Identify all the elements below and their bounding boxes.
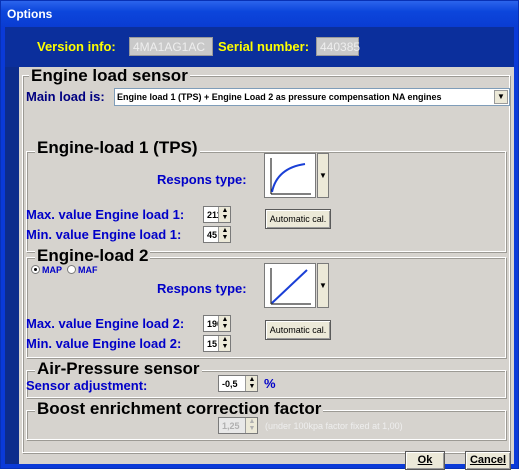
radio-maf[interactable]: MAF xyxy=(67,265,98,275)
version-info-value: 4MA1AG1AC xyxy=(129,37,213,56)
sensor-adjustment-value: -0,5 xyxy=(222,379,238,389)
response-type-dropdown-2[interactable]: ▼ xyxy=(317,263,329,308)
response-type-select-1[interactable] xyxy=(264,153,316,198)
spin-down-icon[interactable]: ▼ xyxy=(220,323,230,330)
dialog-client: Version info: 4MA1AG1AC Serial number: 4… xyxy=(5,27,514,470)
radio-selected-icon xyxy=(31,265,40,274)
radio-map-label: MAP xyxy=(42,265,62,275)
linear-curve-icon xyxy=(270,268,311,305)
min-engine-load-1-label: Min. value Engine load 1: xyxy=(26,227,182,242)
spin-down-icon[interactable]: ▼ xyxy=(220,343,230,350)
main-load-select[interactable]: Engine load 1 (TPS) + Engine Load 2 as p… xyxy=(114,88,510,106)
max-engine-load-1-spinner[interactable]: 211 ▲ ▼ xyxy=(203,206,231,223)
engine-load-1-heading: Engine-load 1 (TPS) xyxy=(35,138,200,157)
spin-up-icon[interactable]: ▲ xyxy=(220,316,230,323)
spin-up-icon[interactable]: ▲ xyxy=(220,207,230,214)
serial-number-label: Serial number: xyxy=(218,39,310,54)
sensor-adjustment-spinner[interactable]: -0,5 ▲ ▼ xyxy=(218,375,258,392)
engine-load-2-heading: Engine-load 2 xyxy=(35,246,151,265)
sensor-adjustment-label: Sensor adjustment: xyxy=(26,378,148,393)
radio-maf-label: MAF xyxy=(78,265,98,275)
ok-button[interactable]: Ok xyxy=(405,451,445,470)
main-load-value: Engine load 1 (TPS) + Engine Load 2 as p… xyxy=(117,92,442,102)
response-type-label-1: Respons type: xyxy=(157,172,247,187)
version-info-label: Version info: xyxy=(37,39,116,54)
automatic-cal-button-1[interactable]: Automatic cal. xyxy=(265,209,331,229)
boost-heading: Boost enrichment correction factor xyxy=(35,399,324,418)
response-type-dropdown-1[interactable]: ▼ xyxy=(317,153,329,198)
title-bar[interactable]: Options xyxy=(1,1,518,27)
boost-factor-value: 1,25 xyxy=(222,421,240,431)
max-engine-load-1-label: Max. value Engine load 1: xyxy=(26,207,185,222)
min-engine-load-2-spinner[interactable]: 15 ▲ ▼ xyxy=(203,335,231,352)
percent-unit: % xyxy=(264,376,276,391)
spin-down-icon[interactable]: ▼ xyxy=(247,383,257,390)
spin-up-icon[interactable]: ▲ xyxy=(220,227,230,234)
response-type-label-2: Respons type: xyxy=(157,281,247,296)
options-window: Options Version info: 4MA1AG1AC Serial n… xyxy=(0,0,519,470)
min-engine-load-2-value: 15 xyxy=(207,339,218,349)
engine-load-sensor-heading: Engine load sensor xyxy=(29,66,190,85)
max-engine-load-2-label: Max. value Engine load 2: xyxy=(26,316,185,331)
response-type-select-2[interactable] xyxy=(264,263,316,308)
window-title: Options xyxy=(7,7,53,21)
spin-down-icon[interactable]: ▼ xyxy=(220,234,230,241)
automatic-cal-button-2[interactable]: Automatic cal. xyxy=(265,320,331,340)
boost-hint: (under 100kpa factor fixed at 1,00) xyxy=(265,421,403,431)
air-pressure-heading: Air-Pressure sensor xyxy=(35,359,202,378)
options-panel: Engine load sensor Main load is: Engine … xyxy=(19,66,514,470)
spin-up-icon[interactable]: ▲ xyxy=(247,418,257,425)
spin-down-icon[interactable]: ▼ xyxy=(220,214,230,221)
main-load-label: Main load is: xyxy=(26,89,105,104)
serial-number-value: 440385 xyxy=(316,37,360,56)
min-engine-load-1-value: 45 xyxy=(207,230,218,240)
radio-map[interactable]: MAP xyxy=(31,265,62,275)
spin-up-icon[interactable]: ▲ xyxy=(247,376,257,383)
min-engine-load-2-label: Min. value Engine load 2: xyxy=(26,336,182,351)
boost-factor-spinner[interactable]: 1,25 ▲ ▼ xyxy=(218,417,258,434)
version-bar: Version info: 4MA1AG1AC Serial number: 4… xyxy=(5,27,514,67)
max-engine-load-2-spinner[interactable]: 190 ▲ ▼ xyxy=(203,315,231,332)
chevron-down-icon[interactable]: ▼ xyxy=(494,90,508,104)
radio-unselected-icon xyxy=(67,265,76,274)
min-engine-load-1-spinner[interactable]: 45 ▲ ▼ xyxy=(203,226,231,243)
spin-down-icon[interactable]: ▼ xyxy=(247,425,257,432)
cancel-button[interactable]: Cancel xyxy=(465,451,511,470)
log-curve-icon xyxy=(270,158,311,195)
spin-up-icon[interactable]: ▲ xyxy=(220,336,230,343)
